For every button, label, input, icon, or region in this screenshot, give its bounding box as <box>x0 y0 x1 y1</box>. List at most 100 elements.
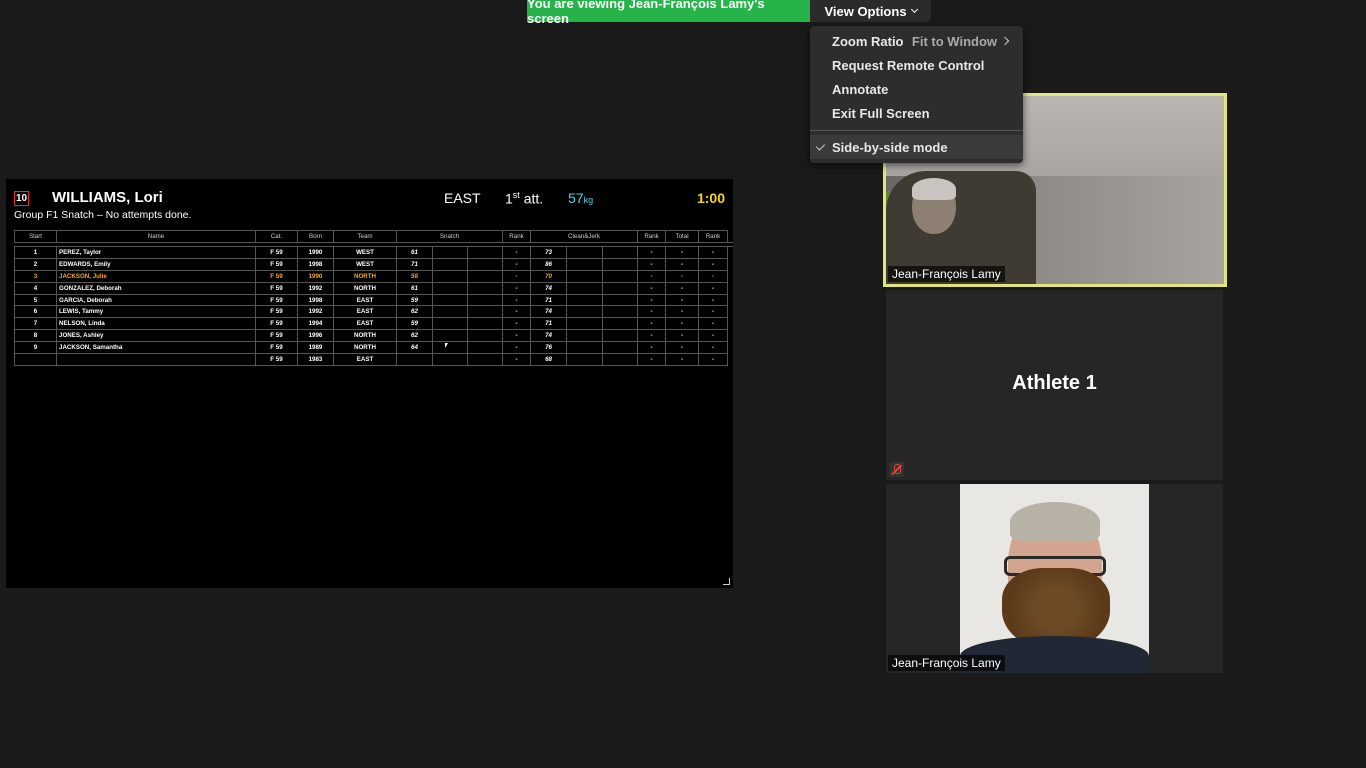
chevron-right-icon <box>1000 36 1010 46</box>
cell-cj1: 74 <box>530 281 568 295</box>
current-athlete-team: EAST <box>444 190 481 206</box>
resize-handle-icon[interactable] <box>723 578 730 585</box>
cell-snatch1: 59 <box>396 317 433 331</box>
table-row: F 59 1983 EAST -68- - - <box>14 353 734 366</box>
screen-share-banner: You are viewing Jean-François Lamy's scr… <box>527 0 810 26</box>
participant-video <box>960 484 1149 673</box>
menu-item-request-remote-control[interactable]: Request Remote Control <box>810 53 1023 77</box>
cell-born: 1992 <box>297 305 334 319</box>
cell-team: WEST <box>333 246 397 259</box>
cell-snatch-rank: - <box>502 293 532 307</box>
attempt-clock: 1:00 <box>696 190 725 206</box>
cell-cj3 <box>602 341 639 355</box>
chevron-down-icon <box>910 5 918 14</box>
menu-item-side-by-side[interactable]: Side-by-side mode <box>810 135 1023 159</box>
menu-item-zoom-ratio[interactable]: Zoom Ratio Fit to Window <box>810 29 1023 53</box>
cell-start: 5 <box>14 293 57 307</box>
menu-item-label: Zoom Ratio <box>832 33 904 49</box>
cell-born: 1996 <box>297 329 334 343</box>
cell-cj-rank: - <box>637 353 667 366</box>
cell-total: - <box>665 293 700 307</box>
table-row: 8 JONES, Ashley F 59 1996 NORTH 62-74- - - <box>14 329 734 343</box>
cell-total: - <box>665 317 700 331</box>
cell-cj-rank: - <box>637 257 667 271</box>
group-info: Group F1 Snatch – No attempts done. <box>14 209 192 221</box>
menu-item-label: Exit Full Screen <box>832 105 930 121</box>
cell-snatch2 <box>432 353 468 366</box>
video-tile-athlete[interactable]: Athlete 1 <box>886 290 1223 480</box>
menu-item-annotate[interactable]: Annotate <box>810 77 1023 101</box>
start-number: 10 <box>14 191 29 206</box>
cell-snatch3 <box>466 353 504 366</box>
cell-snatch-rank: - <box>502 305 532 319</box>
cell-total: - <box>665 341 700 355</box>
cell-cj1: 70 <box>530 269 568 283</box>
cell-team: EAST <box>333 353 397 366</box>
cell-total-rank: - <box>698 329 729 343</box>
cell-cj3 <box>602 329 639 343</box>
cell-snatch1: 61 <box>396 281 433 295</box>
cell-total: - <box>665 257 700 271</box>
participant-name-tag: Jean-François Lamy <box>888 655 1005 671</box>
view-options-button[interactable]: View Options <box>810 0 931 22</box>
cell-born: 1990 <box>297 246 334 259</box>
cell-snatch2 <box>432 341 468 355</box>
menu-item-label: Request Remote Control <box>832 57 985 73</box>
cell-snatch-rank: - <box>502 317 532 331</box>
col-total-rank: Rank <box>698 230 729 243</box>
cell-snatch3 <box>466 257 504 271</box>
cell-cat: F 59 <box>255 353 298 366</box>
col-start: Start <box>14 230 57 243</box>
cell-total-rank: - <box>698 246 729 259</box>
cell-cj2 <box>566 329 604 343</box>
table-row: 9 JACKSON, Samantha F 59 1989 NORTH 64-76- - - <box>14 341 734 355</box>
cell-team: NORTH <box>333 341 397 355</box>
cell-total: - <box>665 353 700 366</box>
cell-snatch3 <box>466 293 504 307</box>
current-athlete-name: WILLIAMS, Lori <box>52 189 163 206</box>
shared-screen[interactable]: 10 WILLIAMS, Lori EAST 1st att. 57kg 1:0… <box>6 179 733 588</box>
cell-cj1: 71 <box>530 293 568 307</box>
cell-total: - <box>665 305 700 319</box>
cell-born: 1998 <box>297 257 334 271</box>
cell-team: WEST <box>333 257 397 271</box>
cell-snatch1: 58 <box>396 269 433 283</box>
cell-snatch-rank: - <box>502 269 532 283</box>
cell-snatch2 <box>432 293 468 307</box>
zoom-window: You are viewing Jean-François Lamy's scr… <box>0 0 1366 768</box>
cell-born: 1990 <box>297 269 334 283</box>
cell-cj-rank: - <box>637 246 667 259</box>
table-row: 2 EDWARDS, Emily F 59 1998 WEST 71-86- - - <box>14 257 734 271</box>
cell-cat: F 59 <box>255 269 298 283</box>
requested-weight: 57kg <box>568 190 594 206</box>
cell-name: GARCIA, Deborah <box>56 293 256 307</box>
table-header-row: Start Name Cat. Born Team Snatch Rank Cl… <box>14 230 734 243</box>
cell-cj1: 73 <box>530 246 568 259</box>
col-cj-rank: Rank <box>637 230 667 243</box>
cell-cat: F 59 <box>255 293 298 307</box>
cell-name: EDWARDS, Emily <box>56 257 256 271</box>
cell-snatch1 <box>396 353 433 366</box>
col-snatch-rank: Rank <box>502 230 532 243</box>
cell-cj1: 74 <box>530 329 568 343</box>
cell-snatch1: 62 <box>396 329 433 343</box>
menu-item-exit-full-screen[interactable]: Exit Full Screen <box>810 101 1023 125</box>
cell-snatch3 <box>466 281 504 295</box>
cell-snatch-rank: - <box>502 329 532 343</box>
view-options-label: View Options <box>824 3 907 19</box>
cell-total: - <box>665 281 700 295</box>
cell-start: 3 <box>14 269 57 283</box>
cell-cj-rank: - <box>637 269 667 283</box>
checkmark-icon <box>815 141 826 151</box>
cell-cj2 <box>566 269 604 283</box>
cell-cat: F 59 <box>255 305 298 319</box>
cell-snatch2 <box>432 281 468 295</box>
participant-display-name: Athlete 1 <box>1012 372 1097 394</box>
col-born: Born <box>297 230 334 243</box>
cell-snatch3 <box>466 317 504 331</box>
cell-total: - <box>665 329 700 343</box>
cell-born: 1998 <box>297 293 334 307</box>
cell-total-rank: - <box>698 293 729 307</box>
video-tile-self[interactable]: Jean-François Lamy <box>886 484 1223 673</box>
cell-cj-rank: - <box>637 341 667 355</box>
